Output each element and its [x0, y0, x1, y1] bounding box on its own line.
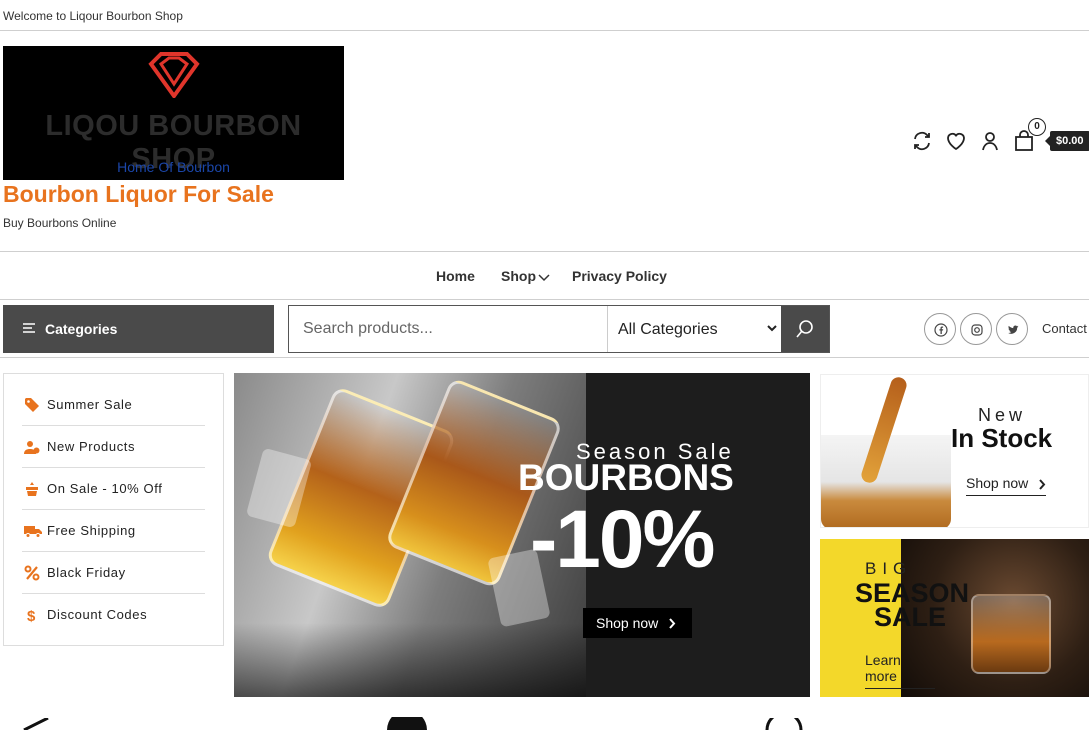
nav-privacy-policy[interactable]: Privacy Policy: [572, 268, 667, 284]
contact-link[interactable]: Contact: [1042, 321, 1087, 336]
welcome-text: Welcome to Liqour Bourbon Shop: [3, 9, 183, 23]
compare-icon[interactable]: [910, 129, 934, 153]
category-sidebar: Summer Sale New Products On Sale - 10% O…: [3, 373, 224, 646]
category-select-value: All Categories: [618, 321, 718, 338]
site-title[interactable]: Bourbon Liquor For Sale: [3, 181, 274, 208]
category-select[interactable]: All Categories: [607, 306, 783, 352]
sidebar-item-label: New Products: [47, 439, 136, 454]
nav-shop[interactable]: Shop: [501, 268, 536, 284]
users-icon: [24, 441, 40, 454]
instagram-button[interactable]: [960, 313, 992, 345]
site-logo[interactable]: LIQOU BOURBON SHOP Home Of Bourbon: [3, 46, 344, 180]
user-icon[interactable]: [978, 129, 1002, 153]
search-input[interactable]: [289, 306, 607, 352]
dollar-icon: $: [27, 608, 36, 623]
sidebar-item-new-products[interactable]: New Products: [22, 426, 205, 468]
sidebar-item-label: Summer Sale: [47, 397, 133, 412]
globe-icon: [387, 717, 427, 730]
categories-button[interactable]: Categories: [3, 305, 274, 353]
cart-count-badge: 0: [1028, 118, 1046, 136]
divider: [0, 357, 1089, 358]
sidebar-item-summer-sale[interactable]: Summer Sale: [22, 384, 205, 426]
sidebar-item-label: On Sale - 10% Off: [47, 481, 163, 496]
truck-icon: [24, 526, 42, 538]
hero-shop-now-button[interactable]: Shop now: [583, 608, 692, 638]
percent-icon: [24, 565, 40, 581]
crown-icon: [26, 482, 38, 496]
twitter-button[interactable]: [996, 313, 1028, 345]
promo2-headline-line2: SALE: [873, 602, 946, 632]
twitter-icon: [1008, 325, 1019, 334]
promo-new-in-stock[interactable]: New In Stock Shop now: [820, 374, 1089, 528]
promo2-kicker: BIG: [865, 559, 913, 578]
promo2-headline: SEASON SALE: [855, 580, 969, 632]
button-label: Shop now: [596, 615, 659, 631]
promo1-headline: In Stock: [951, 423, 1053, 453]
instagram-icon: [971, 324, 983, 336]
sidebar-item-label: Discount Codes: [47, 607, 148, 622]
link-label: Shop now: [966, 475, 1029, 491]
logo-tagline: Home Of Bourbon: [117, 159, 230, 175]
sidebar-item-label: Black Friday: [47, 565, 126, 580]
cart-total[interactable]: $0.00: [1045, 131, 1089, 151]
hero-discount: -10%: [530, 494, 715, 585]
search-bar: All Categories: [288, 305, 830, 353]
chevron-down-icon: [767, 325, 777, 332]
promo2-learn-more-link[interactable]: Learn more: [865, 652, 935, 689]
facebook-button[interactable]: [924, 313, 956, 345]
heart-icon[interactable]: [944, 129, 968, 153]
tag-icon: [25, 398, 39, 412]
diamond-logo-icon: [148, 52, 200, 98]
chevron-right-icon: [1039, 479, 1046, 490]
hero-banner[interactable]: Season Sale BOURBONS -10% Shop now: [234, 373, 810, 697]
sidebar-item-free-shipping[interactable]: Free Shipping: [22, 510, 205, 552]
facebook-icon: [934, 323, 948, 337]
top-bar: Welcome to Liqour Bourbon Shop: [0, 0, 1089, 31]
promo-big-season-sale[interactable]: BIG SEASON SALE Learn more: [820, 539, 1089, 697]
send-icon: [23, 718, 49, 730]
nav-home[interactable]: Home: [436, 268, 475, 284]
chevron-right-icon: [669, 618, 676, 629]
feature-icons-row: [0, 715, 1089, 730]
svg-text:$: $: [27, 608, 36, 623]
sidebar-item-label: Free Shipping: [47, 523, 136, 538]
main-nav: Home Shop Privacy Policy: [0, 251, 1089, 300]
menu-lines-icon: [23, 323, 35, 333]
site-description: Buy Bourbons Online: [3, 216, 117, 230]
chevron-down-icon[interactable]: [538, 272, 550, 282]
sidebar-item-on-sale[interactable]: On Sale - 10% Off: [22, 468, 205, 510]
sidebar-item-black-friday[interactable]: Black Friday: [22, 552, 205, 594]
promo1-shop-now-link[interactable]: Shop now: [966, 475, 1046, 496]
search-icon: [796, 320, 813, 338]
categories-label: Categories: [45, 321, 118, 337]
clock-icon: [765, 718, 803, 730]
search-button[interactable]: [781, 306, 829, 352]
sidebar-item-discount-codes[interactable]: $ Discount Codes: [22, 594, 205, 636]
